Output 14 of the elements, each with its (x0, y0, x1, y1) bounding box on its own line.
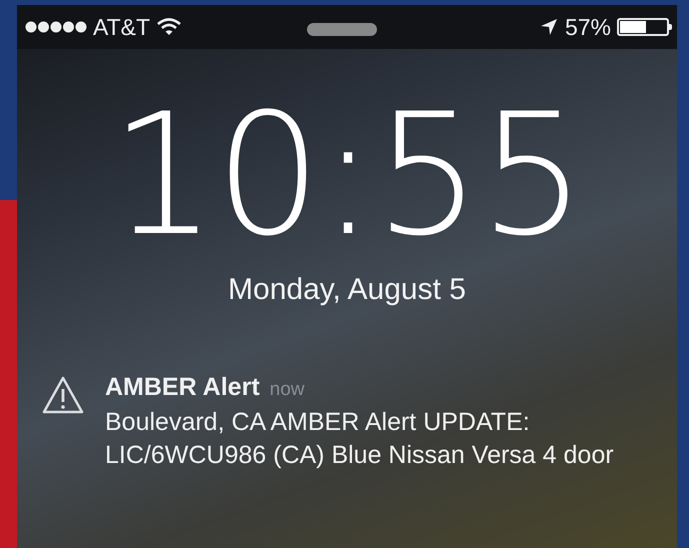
wifi-icon (156, 17, 182, 37)
pull-handle[interactable] (307, 23, 377, 36)
signal-icon (25, 20, 87, 34)
carrier-name: AT&T (93, 14, 150, 40)
notification-message: Boulevard, CA AMBER Alert UPDATE: LIC/6WCU986 (CA) Blue Nissan Versa 4 door (105, 407, 615, 471)
clock-time: 10:55 (110, 91, 584, 259)
warning-icon (41, 375, 85, 415)
location-arrow-icon (538, 17, 559, 37)
notification-time: now (270, 379, 304, 401)
notification-title: AMBER Alert (105, 373, 260, 402)
notification[interactable]: AMBER Alert now Boulevard, CA AMBER Alert UPDATE: LIC/6WCU986 (CA) Blue Nissan Versa 4 door (17, 373, 677, 472)
battery-percentage: 57% (564, 14, 611, 40)
battery-icon (617, 18, 669, 36)
date-label: Monday, August 5 (228, 273, 466, 307)
